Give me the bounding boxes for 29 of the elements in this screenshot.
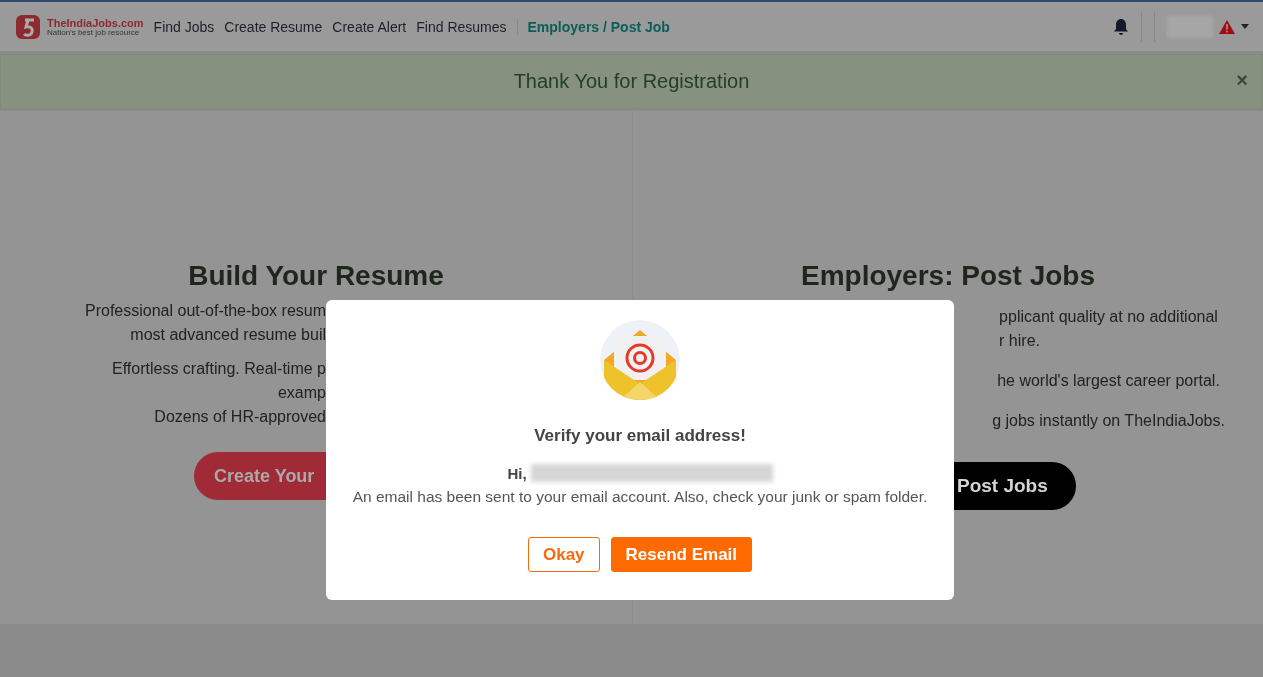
panel-title: Employers: Post Jobs bbox=[800, 259, 1096, 293]
panel-text: examp bbox=[277, 383, 326, 403]
dialog-title: Verify your email address! bbox=[534, 426, 746, 446]
panel-text: r hire. bbox=[999, 331, 1040, 351]
alert-message: Thank You for Registration bbox=[513, 70, 750, 93]
panel-text: pplicant quality at no additional bbox=[999, 307, 1218, 327]
logo-tagline: Nation's best job resource bbox=[47, 29, 141, 36]
bell-icon[interactable] bbox=[1113, 17, 1129, 36]
nav-link[interactable]: Create Resume bbox=[224, 18, 323, 35]
nav-link[interactable]: Find Jobs bbox=[153, 18, 215, 35]
panel-button[interactable]: Post Jobs bbox=[954, 462, 1076, 510]
dialog-message: An email has been sent to your email account. Also, check your junk or spam folder. bbox=[352, 488, 928, 506]
panel-text: most advanced resume buil bbox=[130, 325, 326, 345]
greeting-text: Hi, bbox=[507, 464, 527, 482]
panel-text: Effortless crafting. Real-time p bbox=[112, 359, 326, 379]
panel-title: Build Your Resume bbox=[187, 259, 445, 293]
nav-link[interactable]: Create Alert bbox=[332, 18, 407, 35]
caret-icon[interactable] bbox=[1241, 24, 1249, 29]
warning-icon bbox=[1219, 19, 1235, 34]
panel-text: Professional out-of-the-box resum bbox=[85, 301, 326, 321]
nav-link[interactable]: Find Resumes bbox=[416, 18, 507, 35]
panel-button[interactable]: Create Your bbox=[194, 452, 326, 500]
panel-text: Dozens of HR-approved bbox=[154, 407, 326, 427]
envelope-icon bbox=[600, 320, 680, 400]
close-button[interactable]: × bbox=[1236, 69, 1248, 92]
logo-text: TheIndiaJobs.com bbox=[47, 17, 144, 29]
panel-text: g jobs instantly on TheIndiaJobs. bbox=[992, 411, 1225, 431]
okay-button[interactable]: Okay bbox=[527, 537, 600, 572]
panel-text: he world's largest career portal. bbox=[997, 371, 1220, 391]
